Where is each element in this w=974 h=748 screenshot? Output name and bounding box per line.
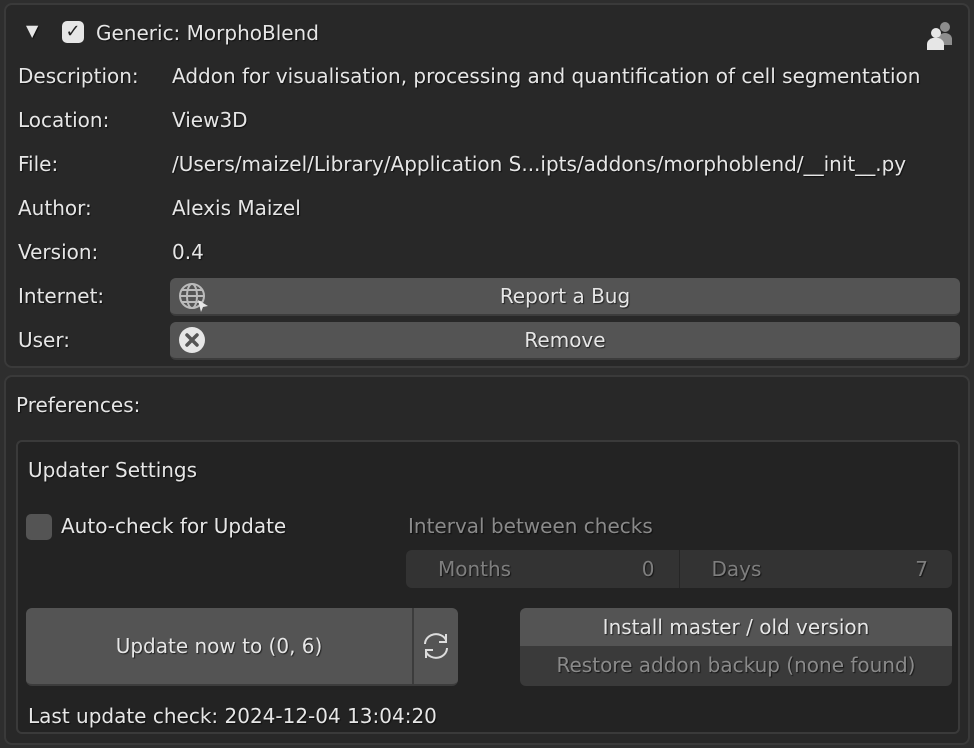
collapse-triangle-icon[interactable]: ▼ [26,21,38,40]
updater-settings-title: Updater Settings [28,458,198,482]
user-addon-icon [927,22,952,50]
report-bug-button[interactable]: Report a Bug [170,278,960,316]
remove-button[interactable]: Remove [170,322,960,360]
addon-panel: ▼ ✓ Generic: MorphoBlend Description: Add… [4,3,970,368]
remove-x-icon [179,327,205,353]
addon-title: Generic: MorphoBlend [96,21,319,45]
install-restore-group: Install master / old version Restore add… [520,608,952,686]
report-bug-label: Report a Bug [499,284,631,308]
interval-label: Interval between checks [408,514,653,538]
update-now-button[interactable]: Update now to (0, 6) [26,608,414,684]
preferences-panel: Preferences: Updater Settings Auto-check… [4,375,970,745]
refresh-icon [424,633,448,659]
internet-label: Internet: [18,284,105,308]
restore-backup-button[interactable]: Restore addon backup (none found) [520,646,952,686]
last-update-check: Last update check: 2024-12-04 13:04:20 [28,704,437,728]
auto-check-label[interactable]: Auto-check for Update [61,514,286,538]
install-master-button[interactable]: Install master / old version [520,608,952,646]
update-group: Update now to (0, 6) [26,608,458,686]
remove-label: Remove [524,328,606,352]
interval-fields: Months 0 Days 7 [406,550,952,588]
days-field[interactable]: Days 7 [680,550,953,588]
globe-cursor-icon [179,283,208,312]
preferences-title: Preferences: [16,393,141,417]
months-field[interactable]: Months 0 [406,550,680,588]
enable-addon-checkbox[interactable]: ✓ [62,21,84,43]
auto-check-checkbox[interactable] [26,514,52,540]
user-label: User: [18,328,70,352]
updater-settings-box: Updater Settings Auto-check for Update I… [16,440,960,734]
check-update-button[interactable] [414,608,458,684]
